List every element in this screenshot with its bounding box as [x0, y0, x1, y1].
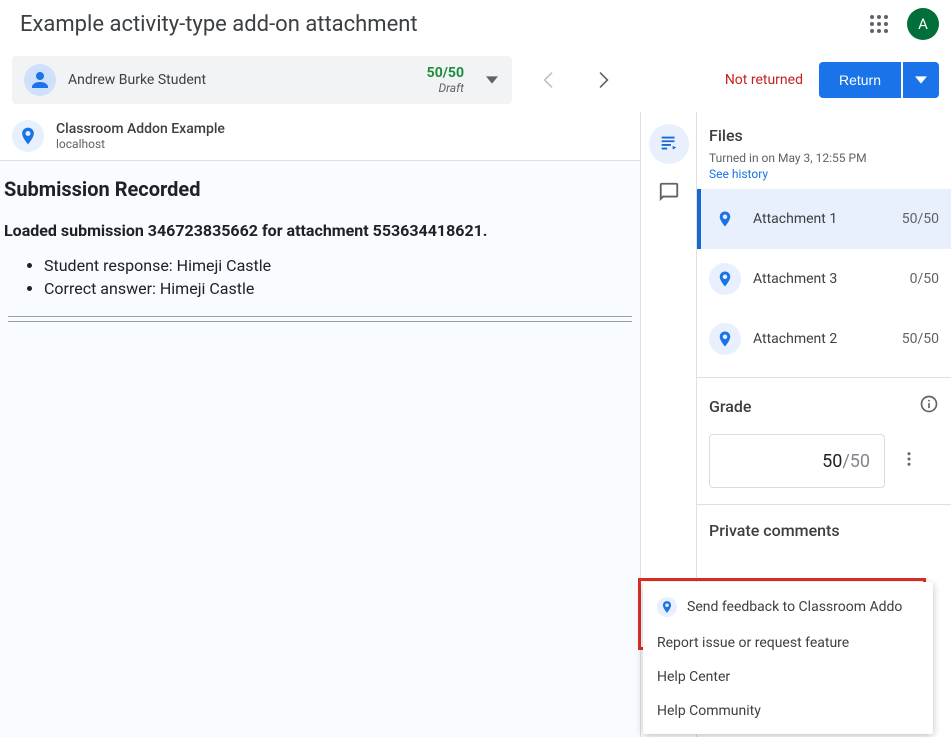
return-button[interactable]: Return [819, 62, 901, 98]
attachment-score: 0/50 [910, 271, 939, 287]
grade-more-icon[interactable] [897, 450, 921, 472]
turned-in-timestamp: Turned in on May 3, 12:55 PM [709, 151, 939, 165]
files-tab-icon[interactable] [649, 124, 689, 164]
grade-info-icon[interactable] [919, 394, 939, 418]
return-dropdown-button[interactable] [903, 62, 939, 98]
grade-input[interactable]: 50/50 [709, 434, 885, 488]
student-response-item: Student response: Himeji Castle [44, 256, 636, 275]
student-name: Andrew Burke Student [68, 72, 427, 88]
addon-app-icon [657, 597, 677, 617]
prev-student-button[interactable] [536, 68, 560, 92]
private-comments-title: Private comments [709, 521, 939, 540]
popup-item[interactable]: Help Center [643, 660, 933, 694]
attachment-icon [709, 263, 741, 295]
attachment-icon [709, 203, 741, 235]
student-avatar-icon [24, 64, 56, 96]
attachment-icon [709, 323, 741, 355]
return-status: Not returned [725, 72, 803, 88]
grade-section-title: Grade [709, 397, 919, 416]
popup-item[interactable]: Help Community [643, 694, 933, 728]
help-popup: Send feedback to Classroom AddoReport is… [643, 582, 933, 734]
next-student-button[interactable] [592, 68, 616, 92]
divider [8, 321, 632, 322]
addon-host: localhost [56, 137, 225, 151]
account-avatar[interactable]: A [907, 8, 939, 40]
student-selector[interactable]: Andrew Burke Student 50/50 Draft [12, 56, 512, 104]
attachment-row[interactable]: Attachment 1 50/50 [697, 189, 951, 249]
addon-app-icon [12, 120, 44, 152]
chip-score-status: Draft [427, 81, 464, 95]
submission-heading: Submission Recorded [4, 177, 636, 201]
chip-score: 50/50 [427, 65, 464, 81]
attachment-name: Attachment 1 [753, 211, 902, 227]
submission-message: Loaded submission 346723835662 for attac… [4, 221, 636, 240]
addon-title: Classroom Addon Example [56, 121, 225, 137]
attachment-score: 50/50 [902, 331, 939, 347]
attachment-name: Attachment 2 [753, 331, 902, 347]
student-selector-dropdown-icon[interactable] [480, 68, 504, 92]
files-section-title: Files [709, 126, 939, 145]
attachment-row[interactable]: Attachment 2 50/50 [697, 309, 951, 369]
attachment-row[interactable]: Attachment 3 0/50 [697, 249, 951, 309]
popup-item[interactable]: Send feedback to Classroom Addo [643, 588, 933, 626]
comments-tab-icon[interactable] [649, 172, 689, 212]
attachment-name: Attachment 3 [753, 271, 910, 287]
divider [8, 316, 632, 317]
correct-answer-item: Correct answer: Himeji Castle [44, 279, 636, 298]
page-title: Example activity-type add-on attachment [20, 12, 859, 37]
see-history-link[interactable]: See history [709, 167, 939, 181]
google-apps-icon[interactable] [859, 4, 899, 44]
popup-item[interactable]: Report issue or request feature [643, 626, 933, 660]
attachment-score: 50/50 [902, 211, 939, 227]
